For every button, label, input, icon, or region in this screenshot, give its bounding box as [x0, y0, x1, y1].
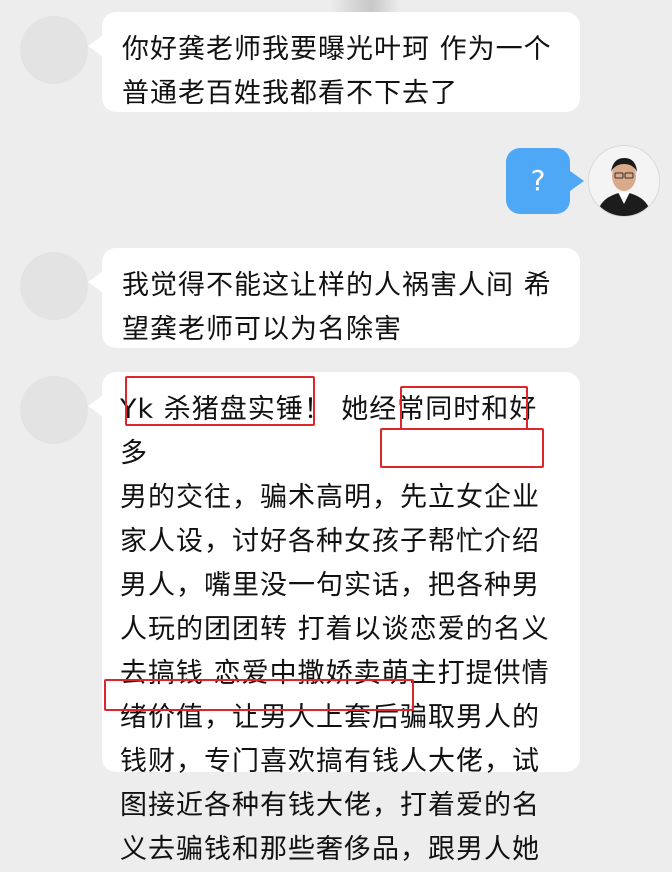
person-avatar-icon: [589, 146, 659, 216]
message-line: 你好龚老师我要曝光叶珂 作为一个: [122, 34, 552, 65]
contact-avatar[interactable]: [20, 16, 88, 84]
message-line: 普通老百姓我都看不下去了: [122, 78, 458, 109]
message-line: 家人设，讨好各种女孩子帮忙介绍: [120, 526, 540, 557]
message-line: 我觉得不能这让样的人祸害人间 希: [122, 270, 552, 301]
message-bubble[interactable]: 我觉得不能这让样的人祸害人间 希 望龚老师可以为名除害: [88, 248, 580, 348]
message-line: 图接近各种有钱大佬，打着爱的名: [120, 790, 540, 821]
message-text: 我觉得不能这让样的人祸害人间 希 望龚老师可以为名除害: [122, 264, 560, 352]
message-line: 望龚老师可以为名除害: [122, 314, 402, 345]
message-line: 男的交往，骗术高明，先立女企业: [120, 482, 540, 513]
highlight-box: [125, 376, 315, 426]
my-avatar[interactable]: [588, 145, 660, 217]
contact-avatar[interactable]: [20, 252, 88, 320]
contact-avatar[interactable]: [20, 376, 88, 444]
message-line: 义去骗钱和那些奢侈品，跟男人她: [120, 834, 540, 865]
message-text: ?: [530, 164, 546, 197]
message-line: 人玩的团团转 打着以谈恋爱的名义: [120, 614, 550, 645]
sent-message-bubble[interactable]: ?: [506, 148, 584, 214]
message-text: 你好龚老师我要曝光叶珂 作为一个 普通老百姓我都看不下去了: [122, 28, 560, 116]
highlight-box: [104, 679, 414, 711]
message-line: 钱财，专门喜欢搞有钱人大佬，试: [120, 746, 540, 777]
message-bubble[interactable]: 你好龚老师我要曝光叶珂 作为一个 普通老百姓我都看不下去了: [88, 12, 580, 112]
highlight-box: [400, 386, 528, 430]
highlight-box: [380, 428, 544, 468]
message-line: 男人，嘴里没一句实话，把各种男: [120, 570, 540, 601]
